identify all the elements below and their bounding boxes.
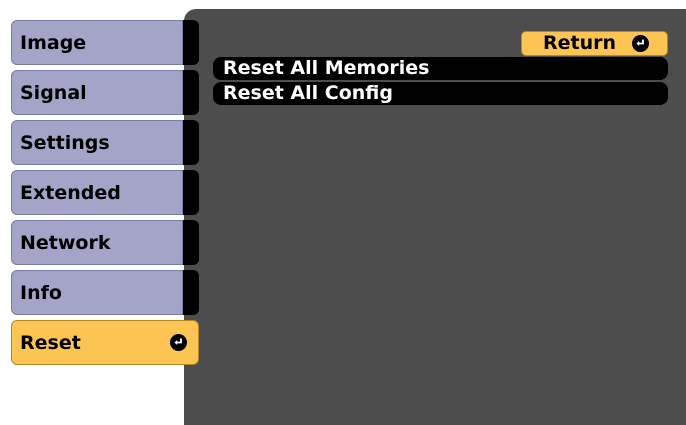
sidebar-item-info[interactable]: Info bbox=[11, 270, 199, 315]
sidebar-item-image[interactable]: Image bbox=[11, 20, 199, 65]
return-button[interactable]: Return bbox=[521, 31, 668, 56]
sidebar-item-network[interactable]: Network bbox=[11, 220, 199, 265]
sidebar-item-edge bbox=[183, 120, 199, 165]
enter-icon bbox=[170, 334, 187, 351]
sidebar-item-edge bbox=[183, 170, 199, 215]
sidebar-item-label: Settings bbox=[11, 120, 183, 165]
sidebar-item-label: Signal bbox=[11, 70, 183, 115]
sidebar-item-label: Info bbox=[11, 270, 183, 315]
return-button-label: Return bbox=[543, 32, 617, 54]
sidebar-item-label: Image bbox=[11, 20, 183, 65]
sidebar-item-edge bbox=[183, 70, 199, 115]
sidebar-item-edge bbox=[183, 20, 199, 65]
sidebar-item-signal[interactable]: Signal bbox=[11, 70, 199, 115]
sidebar-item-reset[interactable]: Reset bbox=[11, 320, 199, 365]
sidebar-item-settings[interactable]: Settings bbox=[11, 120, 199, 165]
sidebar-item-label: Extended bbox=[11, 170, 183, 215]
sidebar-item-edge bbox=[183, 270, 199, 315]
sidebar: Image Signal Settings Extended Network I… bbox=[0, 0, 200, 425]
menu-item-reset-all-config[interactable]: Reset All Config bbox=[213, 82, 668, 105]
sidebar-item-edge bbox=[183, 220, 199, 265]
menu-item-reset-all-memories[interactable]: Reset All Memories bbox=[213, 57, 668, 80]
sidebar-item-extended[interactable]: Extended bbox=[11, 170, 199, 215]
sidebar-item-label: Network bbox=[11, 220, 183, 265]
enter-icon bbox=[632, 35, 649, 52]
